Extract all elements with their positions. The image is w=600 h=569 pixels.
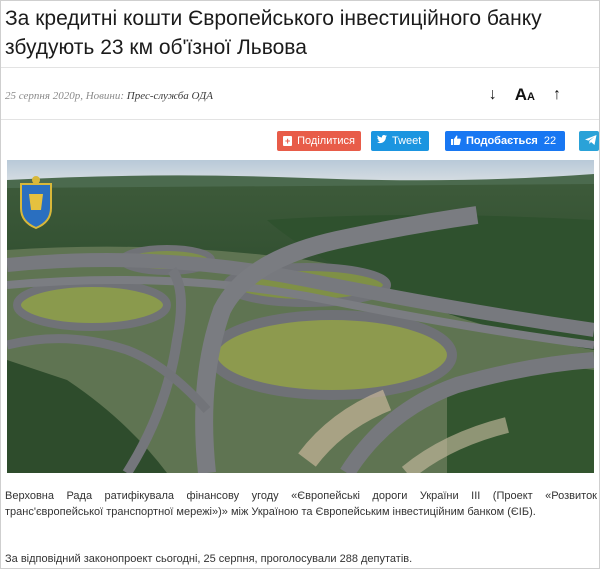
twitter-bird-icon [377,135,387,147]
tweet-label: Tweet [392,135,422,147]
article-photo-highway-interchange [7,160,594,473]
plus-icon: + [283,136,293,146]
font-size-icon[interactable]: AA [515,85,535,105]
divider [1,67,599,68]
article-tools: ↓ AA ↑ [489,85,561,105]
scroll-up-icon[interactable]: ↑ [553,86,561,104]
telegram-plane-icon [585,134,597,148]
article-page: За кредитні кошти Європейського інвестиц… [0,0,600,569]
like-count: 22 [543,135,557,147]
coat-of-arms-logo [20,176,52,230]
article-title: За кредитні кошти Європейського інвестиц… [5,7,542,59]
article-source-link[interactable]: Прес-служба ОДА [127,90,213,102]
article-paragraph: За відповідний законопроект сьогодні, 25… [5,553,413,565]
article-date: 25 серпня 2020р, Новини: [5,90,125,102]
article-paragraph: Верховна Рада ратифікувала фінансову уго… [5,490,597,518]
like-label: Подобається [466,135,538,147]
thumbs-up-icon [451,134,461,148]
telegram-button[interactable] [579,131,599,151]
divider [1,119,599,120]
like-button[interactable]: Подобається 22 [445,131,565,151]
tweet-button[interactable]: Tweet [371,131,429,151]
share-button[interactable]: + Поділитися [277,131,361,151]
share-label: Поділитися [297,135,355,147]
article-meta: 25 серпня 2020р, Новини: Прес-служба ОДА [5,90,213,102]
download-arrow-icon[interactable]: ↓ [489,86,497,104]
